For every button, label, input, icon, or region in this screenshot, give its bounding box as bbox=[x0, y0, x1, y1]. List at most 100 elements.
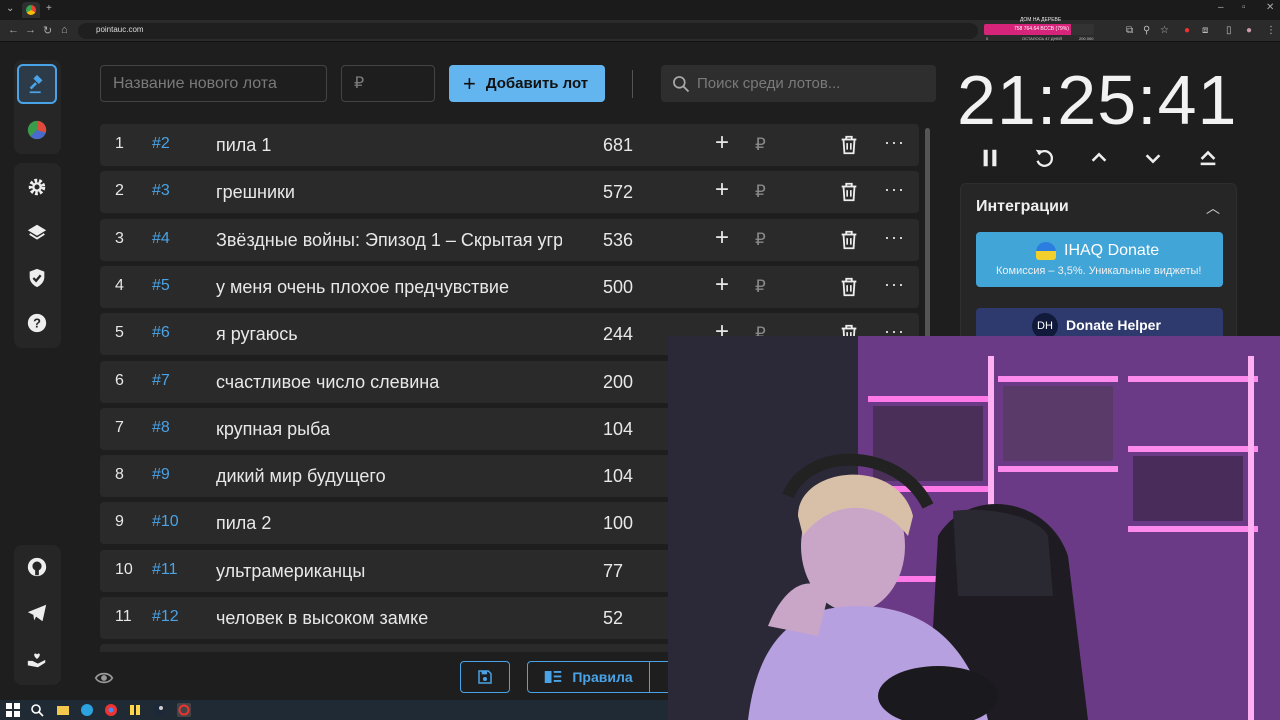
rules-button[interactable]: Правила bbox=[527, 661, 650, 693]
more-options-button[interactable]: ··· bbox=[884, 274, 905, 295]
eye-icon[interactable] bbox=[93, 668, 115, 688]
bookmark-star-icon[interactable]: ☆ bbox=[1160, 25, 1169, 36]
lot-name[interactable]: пила 2 bbox=[216, 513, 562, 534]
lot-name[interactable]: Звёздные войны: Эпизод 1 – Скрытая угроз… bbox=[216, 230, 562, 251]
more-options-button[interactable]: ··· bbox=[884, 132, 905, 153]
file-explorer-icon[interactable] bbox=[56, 703, 70, 717]
maximize-icon[interactable]: ▫ bbox=[1242, 2, 1246, 13]
sidebar-shield-button[interactable] bbox=[17, 258, 57, 298]
rules-extra-button[interactable] bbox=[650, 661, 670, 693]
timer-reset-button[interactable] bbox=[1030, 145, 1058, 171]
save-button[interactable] bbox=[460, 661, 510, 693]
ruble-button[interactable]: ₽ bbox=[755, 135, 766, 155]
lot-amount[interactable]: 200 bbox=[603, 372, 633, 393]
lot-name[interactable]: я ругаюсь bbox=[216, 324, 562, 345]
back-icon[interactable]: ← bbox=[8, 24, 19, 36]
lot-index: 9 bbox=[115, 513, 124, 531]
lot-amount[interactable]: 572 bbox=[603, 182, 633, 203]
sidebar-support-button[interactable] bbox=[17, 639, 57, 679]
lot-name[interactable]: пила 1 bbox=[216, 135, 562, 156]
lot-amount[interactable]: 244 bbox=[603, 324, 633, 345]
trash-icon[interactable] bbox=[838, 229, 860, 251]
lot-name[interactable]: человек в высоком замке bbox=[216, 608, 562, 629]
sidebar-auction-button[interactable] bbox=[17, 64, 57, 104]
reload-icon[interactable]: ↻ bbox=[43, 24, 52, 37]
trash-icon[interactable] bbox=[838, 181, 860, 203]
lot-id: #6 bbox=[152, 324, 170, 342]
minimize-icon[interactable]: – bbox=[1218, 2, 1224, 13]
lot-amount[interactable]: 100 bbox=[603, 513, 633, 534]
shield-check-icon bbox=[29, 268, 45, 288]
forward-icon[interactable]: → bbox=[25, 24, 36, 36]
search-input[interactable] bbox=[697, 65, 933, 102]
add-lot-button[interactable]: + Добавить лот bbox=[449, 65, 605, 102]
browser-menu-icon[interactable]: ⋮ bbox=[1266, 25, 1276, 36]
zoom-icon[interactable]: ⚲ bbox=[1143, 25, 1150, 36]
lot-amount[interactable]: 500 bbox=[603, 277, 633, 298]
add-amount-button[interactable]: + bbox=[710, 271, 734, 298]
more-options-button[interactable]: ··· bbox=[884, 227, 905, 248]
ruble-button[interactable]: ₽ bbox=[755, 182, 766, 202]
add-amount-button[interactable]: + bbox=[710, 224, 734, 251]
lot-row[interactable]: 3 #4 Звёздные войны: Эпизод 1 – Скрытая уг… bbox=[100, 218, 919, 261]
lot-price-input[interactable] bbox=[341, 65, 435, 102]
save-icon bbox=[478, 670, 492, 684]
lot-amount[interactable]: 104 bbox=[603, 466, 633, 487]
lot-row[interactable]: 2 #3 грешники 572 + ₽ ··· bbox=[100, 171, 919, 214]
opera-taskbar-icon[interactable] bbox=[177, 703, 191, 717]
timer-subtract-button[interactable] bbox=[1139, 145, 1167, 171]
extensions-icon[interactable]: ⧈ bbox=[1202, 25, 1208, 36]
translate-icon[interactable]: ⧉ bbox=[1126, 25, 1133, 36]
telegram-taskbar-icon[interactable] bbox=[80, 703, 94, 717]
lot-name[interactable]: ультрамериканцы bbox=[216, 561, 562, 582]
add-amount-button[interactable]: + bbox=[710, 177, 734, 203]
close-window-icon[interactable]: ✕ bbox=[1266, 2, 1274, 13]
profile-avatar[interactable]: ● bbox=[1246, 25, 1252, 36]
lot-amount[interactable]: 536 bbox=[603, 230, 633, 251]
more-options-button[interactable]: ··· bbox=[884, 179, 905, 200]
trash-icon[interactable] bbox=[838, 276, 860, 298]
tab-list-icon[interactable]: ⌄ bbox=[6, 3, 14, 14]
ruble-button[interactable]: ₽ bbox=[755, 230, 766, 250]
opera-icon[interactable]: ● bbox=[1184, 25, 1190, 36]
sidebar-github-button[interactable] bbox=[17, 547, 57, 587]
ruble-button[interactable]: ₽ bbox=[755, 277, 766, 297]
collapse-chevron-icon[interactable]: ︿ bbox=[1206, 198, 1220, 218]
chrome-taskbar-icon[interactable] bbox=[104, 703, 118, 717]
steam-taskbar-icon[interactable] bbox=[152, 703, 166, 717]
lot-amount[interactable]: 104 bbox=[603, 419, 633, 440]
lot-amount[interactable]: 681 bbox=[603, 135, 633, 156]
timer-add-button[interactable] bbox=[1085, 145, 1113, 171]
home-icon[interactable]: ⌂ bbox=[61, 24, 68, 36]
lot-row[interactable]: 4 #5 у меня очень плохое предчувствие 500 + ₽… bbox=[100, 265, 919, 308]
lot-name[interactable]: дикий мир будущего bbox=[216, 466, 562, 487]
sidebar-settings-button[interactable] bbox=[17, 167, 57, 207]
sidebar-toggle-icon[interactable]: ▯ bbox=[1226, 25, 1232, 36]
lot-name-input[interactable] bbox=[100, 65, 327, 102]
timer-double-button[interactable] bbox=[1194, 145, 1222, 171]
lot-name[interactable]: грешники bbox=[216, 182, 562, 203]
sidebar-help-button[interactable]: ? bbox=[17, 303, 57, 343]
windows-start-icon[interactable] bbox=[6, 703, 20, 717]
address-bar[interactable] bbox=[78, 23, 978, 39]
reset-icon bbox=[1035, 149, 1053, 167]
taskbar-search-icon[interactable] bbox=[30, 703, 44, 717]
sidebar-layers-button[interactable] bbox=[17, 213, 57, 253]
lot-amount[interactable]: 52 bbox=[603, 608, 623, 629]
lot-row[interactable]: 1 #2 пила 1 681 + ₽ ··· bbox=[100, 124, 919, 166]
lot-name[interactable]: крупная рыба bbox=[216, 419, 562, 440]
browser-tab[interactable] bbox=[22, 2, 40, 18]
timer-pause-button[interactable] bbox=[976, 145, 1004, 171]
app-taskbar-icon[interactable] bbox=[128, 703, 142, 717]
lots-scrollbar[interactable] bbox=[925, 128, 930, 338]
lot-amount[interactable]: 77 bbox=[603, 561, 623, 582]
lot-name[interactable]: счастливое число слевина bbox=[216, 372, 562, 393]
sidebar-telegram-button[interactable] bbox=[17, 593, 57, 633]
trash-icon[interactable] bbox=[838, 134, 860, 156]
hash-sign: # bbox=[152, 560, 161, 578]
sidebar-wheel-button[interactable] bbox=[17, 110, 57, 150]
add-amount-button[interactable]: + bbox=[710, 130, 734, 156]
new-tab-icon[interactable]: + bbox=[46, 3, 52, 14]
ihaq-donate-button[interactable]: IHAQ Donate Комиссия – 3,5%. Уникальные … bbox=[976, 232, 1223, 287]
lot-name[interactable]: у меня очень плохое предчувствие bbox=[216, 277, 562, 298]
